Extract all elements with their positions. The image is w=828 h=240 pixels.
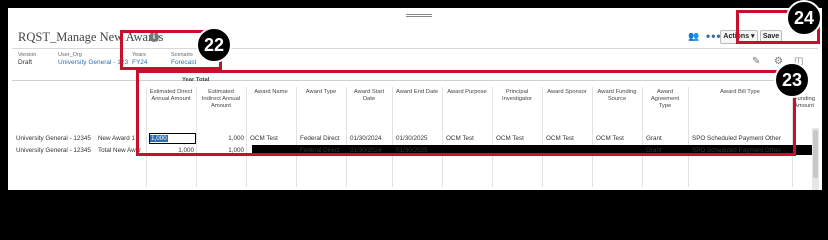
row-entity: University General - 12345 [16,147,91,154]
drag-handle[interactable] [406,14,432,17]
scrollbar-thumb[interactable] [813,130,818,178]
callout-23: 23 [774,62,810,98]
pov-label-version: Version [18,52,37,58]
row-entity: University General - 12345 [16,135,91,142]
callout-24: 24 [786,0,822,36]
people-icon[interactable]: 👥 [688,31,699,42]
pov-label-user-org: User_Org [58,52,82,58]
callout-box-23 [136,70,796,156]
pov-value-user-org[interactable]: University General - 1234 [58,59,128,66]
pov-value-version[interactable]: Draft [18,59,32,66]
callout-22: 22 [196,27,232,63]
edit-icon[interactable]: ✎ [752,56,760,67]
screenshot-frame: RQST_Manage New Awards i 👥 ••• Actions ▾… [0,0,828,200]
